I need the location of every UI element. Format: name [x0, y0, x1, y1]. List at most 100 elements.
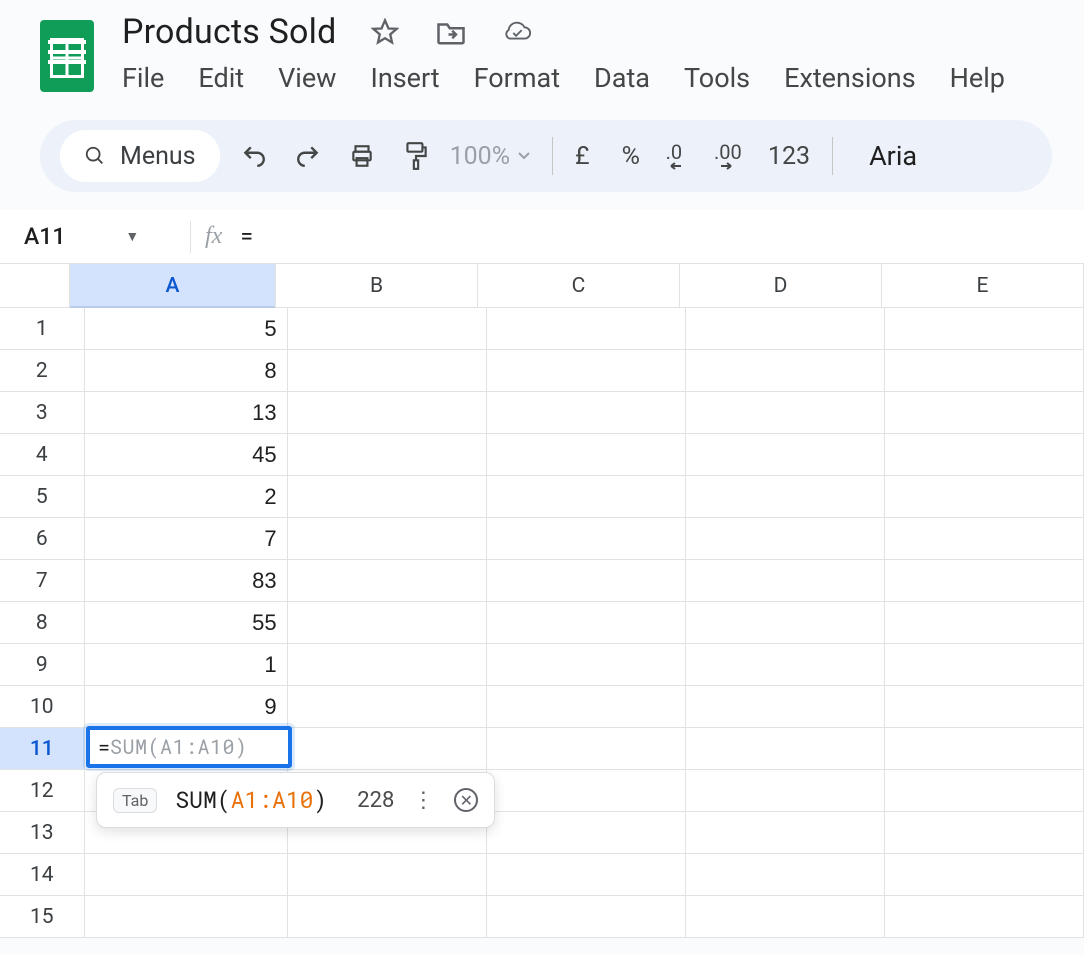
undo-button[interactable] [234, 136, 274, 176]
row-header[interactable]: 2 [0, 350, 85, 392]
cell[interactable] [288, 728, 487, 770]
cell[interactable]: 9 [85, 686, 288, 728]
cell[interactable] [885, 812, 1084, 854]
cell[interactable] [487, 434, 686, 476]
row-header[interactable]: 15 [0, 896, 85, 938]
cell[interactable] [686, 896, 885, 938]
name-box[interactable]: A11 ▼ [0, 223, 176, 250]
cell[interactable] [686, 434, 885, 476]
cell[interactable] [686, 728, 885, 770]
suggestion-formula[interactable]: SUM(A1:A10) [175, 785, 327, 815]
paint-format-button[interactable] [396, 136, 436, 176]
cell[interactable] [885, 644, 1084, 686]
cell[interactable] [885, 770, 1084, 812]
menu-tools[interactable]: Tools [684, 62, 750, 94]
cell[interactable] [288, 392, 487, 434]
cell[interactable]: 13 [85, 392, 288, 434]
print-button[interactable] [342, 136, 382, 176]
select-all-corner[interactable] [0, 264, 70, 308]
font-dropdown[interactable]: Aria [869, 140, 917, 172]
cell[interactable] [288, 644, 487, 686]
cell[interactable]: 8 [85, 350, 288, 392]
cell[interactable] [686, 854, 885, 896]
increase-decimal-button[interactable]: .00 [708, 136, 748, 176]
more-options-icon[interactable]: ⋮ [412, 788, 436, 813]
cell[interactable] [885, 350, 1084, 392]
menu-help[interactable]: Help [950, 62, 1005, 94]
column-header-A[interactable]: A [70, 264, 276, 308]
menu-edit[interactable]: Edit [198, 62, 244, 94]
cell[interactable] [487, 728, 686, 770]
row-header[interactable]: 10 [0, 686, 85, 728]
cell[interactable] [85, 896, 288, 938]
cell[interactable] [686, 644, 885, 686]
cell[interactable] [885, 854, 1084, 896]
cell[interactable] [885, 518, 1084, 560]
cell[interactable]: 1 [85, 644, 288, 686]
cell[interactable] [487, 392, 686, 434]
cell[interactable] [288, 308, 487, 350]
row-header[interactable]: 4 [0, 434, 85, 476]
row-header[interactable]: 9 [0, 644, 85, 686]
menu-file[interactable]: File [122, 62, 164, 94]
cloud-status-icon[interactable] [502, 17, 532, 47]
formula-bar[interactable]: = [240, 223, 253, 250]
cell[interactable]: 45 [85, 434, 288, 476]
menu-insert[interactable]: Insert [370, 62, 439, 94]
cell[interactable] [487, 770, 686, 812]
cell[interactable] [288, 434, 487, 476]
cell[interactable] [487, 644, 686, 686]
currency-button[interactable]: £ [575, 142, 590, 171]
cell[interactable] [885, 728, 1084, 770]
cell[interactable] [487, 308, 686, 350]
cell[interactable] [288, 518, 487, 560]
cell[interactable] [885, 392, 1084, 434]
row-header[interactable]: 7 [0, 560, 85, 602]
cell[interactable] [288, 854, 487, 896]
row-header[interactable]: 6 [0, 518, 85, 560]
cell[interactable] [686, 602, 885, 644]
row-header[interactable]: 13 [0, 812, 85, 854]
cell[interactable]: 83 [85, 560, 288, 602]
column-header-E[interactable]: E [882, 264, 1084, 308]
cell[interactable] [686, 518, 885, 560]
cell[interactable] [686, 476, 885, 518]
cell[interactable] [686, 392, 885, 434]
row-header[interactable]: 12 [0, 770, 85, 812]
cell[interactable] [288, 560, 487, 602]
cell[interactable] [487, 854, 686, 896]
cell[interactable] [885, 602, 1084, 644]
row-header[interactable]: 5 [0, 476, 85, 518]
row-header[interactable]: 11 [0, 728, 85, 770]
close-icon[interactable]: ✕ [454, 788, 478, 812]
cell[interactable] [686, 560, 885, 602]
cell[interactable] [487, 686, 686, 728]
move-icon[interactable] [436, 17, 466, 47]
search-menus[interactable]: Menus [60, 130, 220, 182]
column-header-D[interactable]: D [680, 264, 882, 308]
cell[interactable] [686, 686, 885, 728]
cell[interactable] [686, 350, 885, 392]
row-header[interactable]: 14 [0, 854, 85, 896]
column-header-B[interactable]: B [276, 264, 478, 308]
menu-view[interactable]: View [278, 62, 336, 94]
menu-extensions[interactable]: Extensions [784, 62, 916, 94]
cell[interactable] [885, 434, 1084, 476]
cell[interactable]: 2 [85, 476, 288, 518]
cell[interactable] [288, 896, 487, 938]
sheets-app-icon[interactable] [40, 20, 94, 92]
cell[interactable] [288, 350, 487, 392]
decrease-decimal-button[interactable]: .0 [654, 136, 694, 176]
cell[interactable] [885, 686, 1084, 728]
cell[interactable] [85, 854, 288, 896]
number-format-button[interactable]: 123 [768, 142, 810, 171]
menu-format[interactable]: Format [474, 62, 560, 94]
cell[interactable] [288, 476, 487, 518]
cell[interactable] [487, 476, 686, 518]
cell[interactable] [885, 896, 1084, 938]
cell[interactable] [885, 560, 1084, 602]
cell[interactable] [487, 518, 686, 560]
menu-data[interactable]: Data [594, 62, 650, 94]
cell[interactable] [288, 686, 487, 728]
column-header-C[interactable]: C [478, 264, 680, 308]
